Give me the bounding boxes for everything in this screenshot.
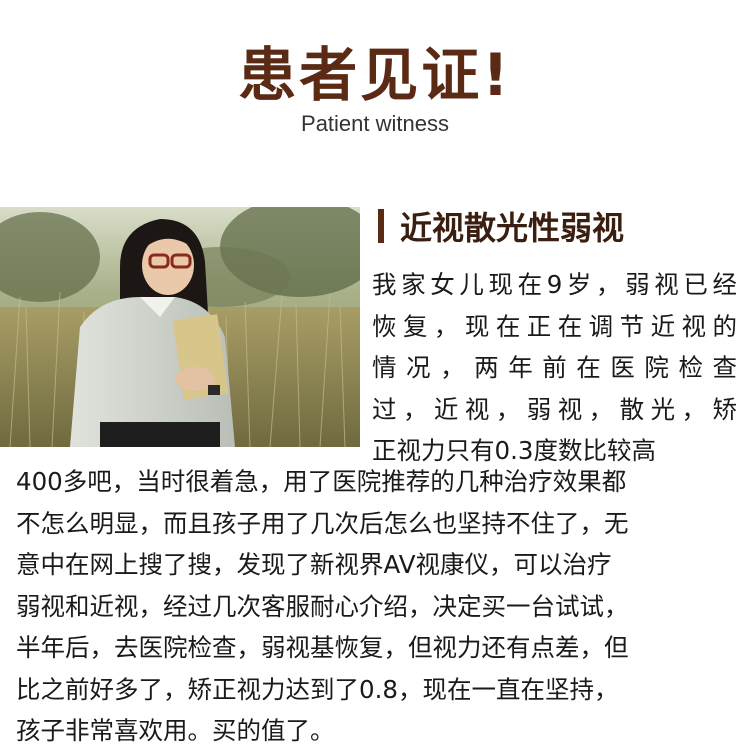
page-title: 患者见证! (238, 41, 512, 109)
heading-accent-bar (378, 209, 384, 243)
section-heading-text: 近视散光性弱视 (400, 209, 625, 247)
text-line: 半年后，去医院检查，弱视基恢复，但视力还有点差，但 (16, 633, 629, 662)
page-subtitle: Patient witness (301, 111, 449, 136)
testimonial-full-text: 400多吧，当时很着急，用了医院推荐的几种治疗效果都 不怎么明显，而且孩子用了几… (16, 461, 736, 752)
patient-photo (0, 207, 360, 447)
text-line: 弱视和近视，经过几次客服耐心介绍，决定买一台试试， (16, 591, 629, 621)
text-line: 孩子非常喜欢用。买的值了。 (16, 716, 335, 745)
text-line: 比之前好多了，矫正视力达到了0.8，现在一直在坚持， (16, 674, 619, 704)
section-heading: 近视散光性弱视 (378, 203, 624, 249)
text-line: 情况，两年前在医院检查 (372, 353, 737, 382)
text-line: 意中在网上搜了搜，发现了新视界AV视康仪，可以治疗 (16, 550, 612, 579)
text-line: 400多吧，当时很着急，用了医院推荐的几种治疗效果都 (16, 467, 627, 496)
text-line: 不怎么明显，而且孩子用了几次后怎么也坚持不住了，无 (16, 508, 629, 538)
testimonial-side-text: 我家女儿现在9岁，弱视已经 恢复，现在正在调节近视的 情况，两年前在医院检查 过… (372, 264, 737, 472)
text-line: 恢复，现在正在调节近视的 (372, 311, 737, 341)
text-line: 我家女儿现在9岁，弱视已经 (372, 270, 737, 299)
text-line: 过，近视，弱视，散光，矫 (372, 394, 737, 424)
